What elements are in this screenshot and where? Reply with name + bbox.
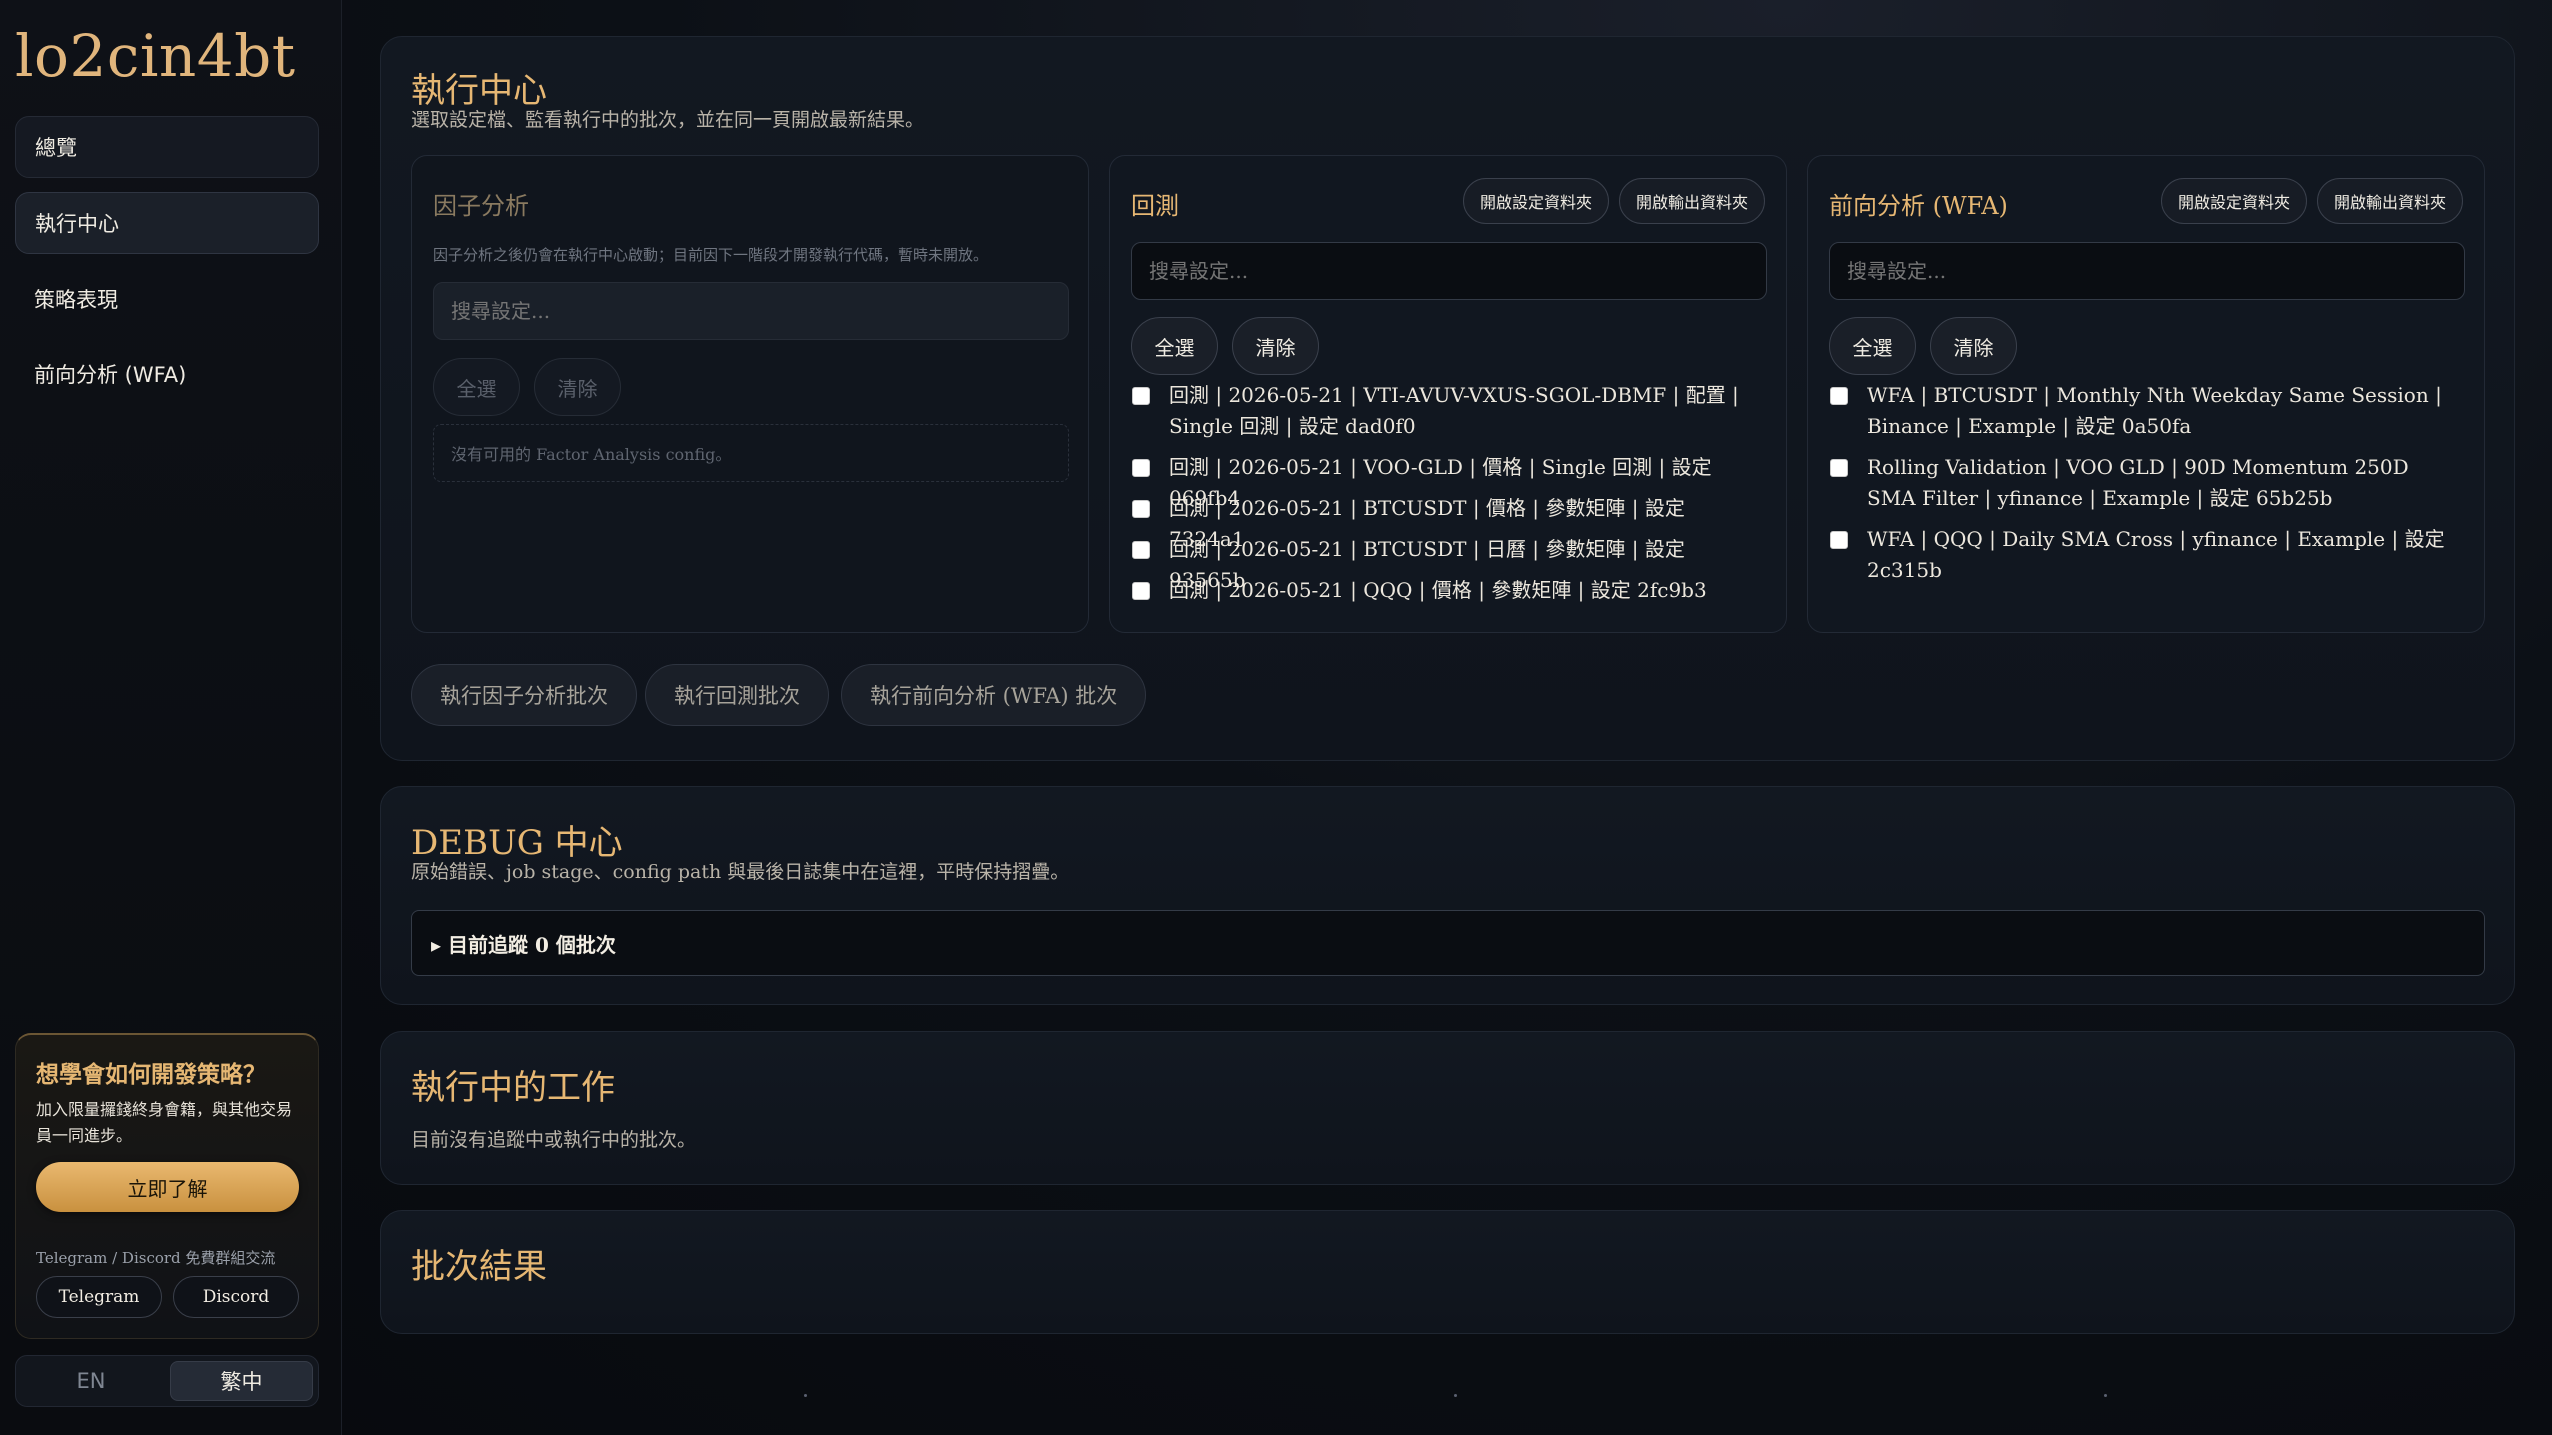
nav-item-overview[interactable]: 總覽	[15, 116, 319, 178]
config-checkbox[interactable]	[1830, 531, 1848, 549]
results-title: 批次結果	[411, 1247, 547, 1287]
config-checkbox[interactable]	[1830, 387, 1848, 405]
language-switcher: EN 繁中	[15, 1355, 319, 1407]
list-item: 回測 | 2026-05-21 | QQQ | 價格 | 參數矩陣 | 設定 2…	[1132, 575, 1752, 606]
nav-item-label: 策略表現	[34, 288, 118, 312]
run-wfa-batch-button[interactable]: 執行前向分析 (WFA) 批次	[841, 664, 1147, 726]
open-output-folder-button[interactable]: 開啟輸出資料夾	[2317, 178, 2463, 224]
config-label: 回測 | 2026-05-21 | VTI-AVUV-VXUS-SGOL-DBM…	[1169, 383, 1739, 438]
factor-clear-button[interactable]: 清除	[534, 358, 621, 416]
run-factor-batch-button[interactable]: 執行因子分析批次	[411, 664, 637, 726]
promo-description: 加入限量攞錢終身會籍，與其他交易員一同進步。	[36, 1100, 293, 1145]
config-label: Rolling Validation | VOO GLD | 90D Momen…	[1867, 455, 2409, 510]
debug-subtitle: 原始錯誤、job stage、config path 與最後日誌集中在這裡，平時…	[411, 861, 1070, 883]
backtest-select-all-button[interactable]: 全選	[1131, 317, 1218, 375]
open-config-folder-button[interactable]: 開啟設定資料夾	[1463, 178, 1609, 224]
telegram-button[interactable]: Telegram	[36, 1276, 162, 1318]
decorative-dot	[804, 1394, 807, 1397]
open-config-folder-button[interactable]: 開啟設定資料夾	[2161, 178, 2307, 224]
backtest-search-input[interactable]	[1131, 242, 1767, 300]
factor-search-input[interactable]	[433, 282, 1069, 340]
learn-more-button[interactable]: 立即了解	[36, 1162, 299, 1212]
nav-item-exec-center[interactable]: 執行中心	[15, 192, 319, 254]
card-title: 因子分析	[433, 192, 529, 220]
lang-en-option[interactable]: EN	[21, 1361, 161, 1401]
exec-center-panel: 執行中心 選取設定檔、監看執行中的批次，並在同一頁開啟最新結果。 因子分析 因子…	[380, 36, 2515, 761]
config-checkbox[interactable]	[1132, 582, 1150, 600]
decorative-dot	[1454, 1394, 1457, 1397]
batch-results-panel: 批次結果	[380, 1210, 2515, 1334]
config-checkbox[interactable]	[1132, 459, 1150, 477]
open-output-folder-button[interactable]: 開啟輸出資料夾	[1619, 178, 1765, 224]
config-label: WFA | BTCUSDT | Monthly Nth Weekday Same…	[1867, 383, 2442, 438]
nav-item-strategy-performance[interactable]: 策略表現	[15, 268, 319, 330]
nav-item-wfa[interactable]: 前向分析 (WFA)	[15, 343, 319, 405]
brand-logo[interactable]: lo2cin4bt	[15, 22, 296, 90]
wfa-search-input[interactable]	[1829, 242, 2465, 300]
nav-item-label: 執行中心	[35, 212, 119, 236]
decorative-dot	[2104, 1394, 2107, 1397]
factor-analysis-card: 因子分析 因子分析之後仍會在執行中心啟動；目前因下一階段才開發執行代碼，暫時未開…	[411, 155, 1089, 633]
running-jobs-panel: 執行中的工作 目前沒有追蹤中或執行中的批次。	[380, 1031, 2515, 1185]
backtest-card: 回測 開啟設定資料夾 開啟輸出資料夾 全選 清除 回測 | 2026-05-21…	[1109, 155, 1787, 633]
nav-item-label: 前向分析 (WFA)	[34, 363, 187, 387]
wfa-card: 前向分析 (WFA) 開啟設定資料夾 開啟輸出資料夾 全選 清除 WFA | B…	[1807, 155, 2485, 633]
config-checkbox[interactable]	[1132, 387, 1150, 405]
card-title: 前向分析 (WFA)	[1829, 192, 2008, 220]
promo-community-label: Telegram / Discord 免費群組交流	[36, 1249, 276, 1267]
wfa-select-all-button[interactable]: 全選	[1829, 317, 1916, 375]
factor-note: 因子分析之後仍會在執行中心啟動；目前因下一階段才開發執行代碼，暫時未開放。	[433, 246, 989, 264]
list-item: WFA | QQQ | Daily SMA Cross | yfinance |…	[1830, 524, 2450, 586]
list-item: Rolling Validation | VOO GLD | 90D Momen…	[1830, 452, 2450, 514]
list-item: 回測 | 2026-05-21 | VTI-AVUV-VXUS-SGOL-DBM…	[1132, 380, 1752, 442]
lang-zh-option[interactable]: 繁中	[170, 1361, 313, 1401]
running-empty-message: 目前沒有追蹤中或執行中的批次。	[411, 1129, 697, 1151]
discord-button[interactable]: Discord	[173, 1276, 299, 1318]
list-item: WFA | BTCUSDT | Monthly Nth Weekday Same…	[1830, 380, 2450, 442]
debug-panel: DEBUG 中心 原始錯誤、job stage、config path 與最後日…	[380, 786, 2515, 1005]
debug-details-toggle[interactable]: ▸ 目前追蹤 0 個批次	[411, 910, 2485, 976]
page-subtitle: 選取設定檔、監看執行中的批次，並在同一頁開啟最新結果。	[411, 109, 925, 131]
factor-empty-message: 沒有可用的 Factor Analysis config。	[433, 424, 1069, 482]
run-backtest-batch-button[interactable]: 執行回測批次	[645, 664, 829, 726]
wfa-clear-button[interactable]: 清除	[1930, 317, 2017, 375]
card-title: 回測	[1131, 192, 1179, 220]
factor-select-all-button[interactable]: 全選	[433, 358, 520, 416]
promo-card: 想學會如何開發策略？ 加入限量攞錢終身會籍，與其他交易員一同進步。 立即了解 T…	[15, 1033, 319, 1339]
backtest-clear-button[interactable]: 清除	[1232, 317, 1319, 375]
config-checkbox[interactable]	[1132, 541, 1150, 559]
promo-title: 想學會如何開發策略？	[36, 1061, 266, 1088]
config-label: WFA | QQQ | Daily SMA Cross | yfinance |…	[1867, 527, 2445, 582]
sidebar: lo2cin4bt 總覽 執行中心 策略表現 前向分析 (WFA) 想學會如何開…	[0, 0, 342, 1435]
config-checkbox[interactable]	[1132, 500, 1150, 518]
config-checkbox[interactable]	[1830, 459, 1848, 477]
config-label: 回測 | 2026-05-21 | QQQ | 價格 | 參數矩陣 | 設定 2…	[1169, 578, 1707, 602]
running-title: 執行中的工作	[411, 1068, 615, 1108]
nav-item-label: 總覽	[35, 136, 77, 160]
